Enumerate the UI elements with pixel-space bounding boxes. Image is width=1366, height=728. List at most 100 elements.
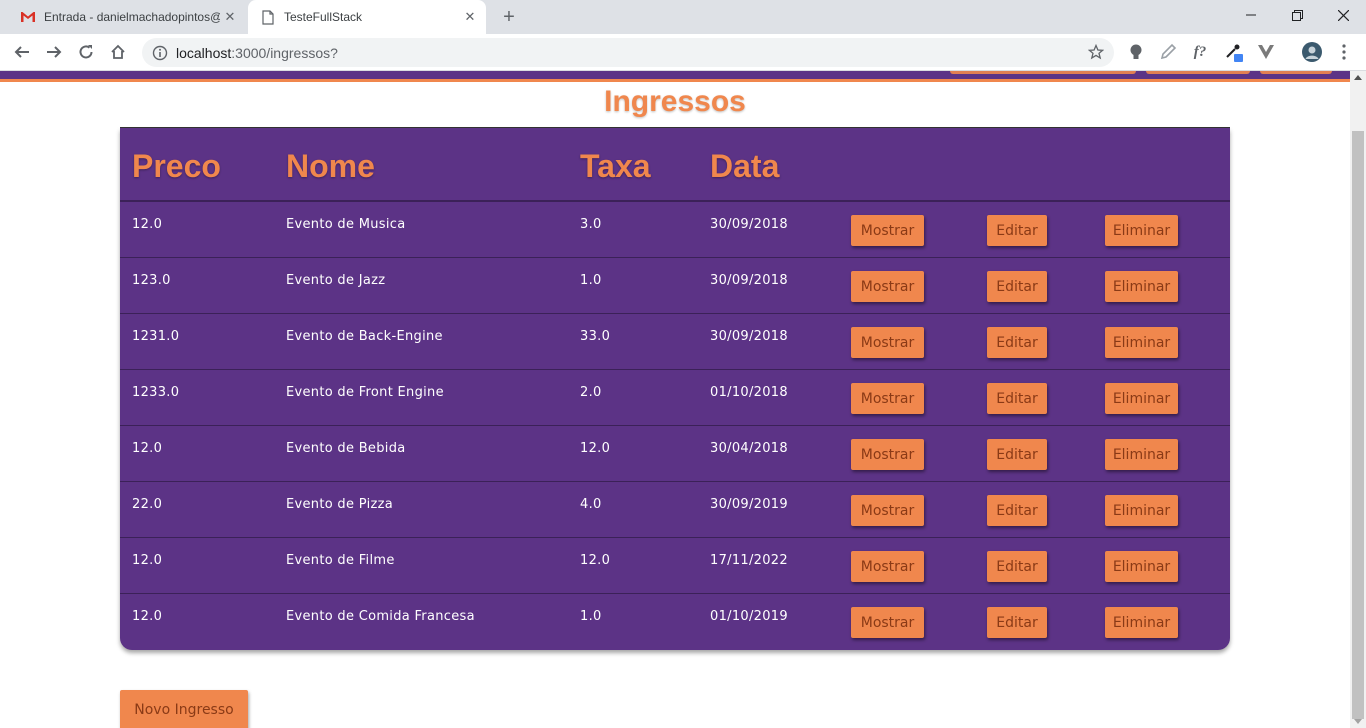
profile-avatar[interactable] xyxy=(1302,42,1322,62)
home-icon[interactable] xyxy=(104,38,132,66)
tab-gmail[interactable]: Entrada - danielmachadopintos@ ✕ xyxy=(8,0,246,34)
table-row: 22.0 Evento de Pizza 4.0 30/09/2019 Most… xyxy=(120,482,1230,538)
cell-taxa: 3.0 xyxy=(580,217,602,232)
delete-button[interactable]: Eliminar xyxy=(1105,271,1178,302)
cell-taxa: 2.0 xyxy=(580,385,602,400)
bookmark-star-icon[interactable] xyxy=(1087,43,1105,60)
delete-button[interactable]: Eliminar xyxy=(1105,439,1178,470)
close-window-button[interactable] xyxy=(1320,0,1366,30)
forward-icon[interactable] xyxy=(40,38,68,66)
navbar-link[interactable] xyxy=(950,71,1136,74)
cell-taxa: 1.0 xyxy=(580,273,602,288)
close-tab-icon[interactable]: ✕ xyxy=(460,7,480,27)
new-tab-button[interactable]: + xyxy=(498,6,520,28)
page-title: Ingressos xyxy=(604,85,746,118)
restore-button[interactable] xyxy=(1274,0,1320,30)
delete-button[interactable]: Eliminar xyxy=(1105,383,1178,414)
cell-preco: 1233.0 xyxy=(132,385,180,400)
tab-strip: Entrada - danielmachadopintos@ ✕ TesteFu… xyxy=(0,0,1366,34)
cell-preco: 22.0 xyxy=(132,497,163,512)
url-host: localhost xyxy=(176,44,232,61)
edit-button[interactable]: Editar xyxy=(987,327,1047,358)
edit-button[interactable]: Editar xyxy=(987,383,1047,414)
show-button[interactable]: Mostrar xyxy=(851,551,924,582)
page-icon xyxy=(260,9,276,25)
table-row: 12.0 Evento de Comida Francesa 1.0 01/10… xyxy=(120,594,1230,650)
gmail-icon xyxy=(20,9,36,25)
show-button[interactable]: Mostrar xyxy=(851,327,924,358)
show-button[interactable]: Mostrar xyxy=(851,495,924,526)
scroll-up-arrow-icon[interactable] xyxy=(1354,75,1362,80)
reload-icon[interactable] xyxy=(72,38,100,66)
cell-preco: 12.0 xyxy=(132,217,163,232)
delete-button[interactable]: Eliminar xyxy=(1105,327,1178,358)
cell-data: 17/11/2022 xyxy=(710,553,788,568)
scrollbar-thumb[interactable] xyxy=(1352,131,1364,719)
extension-pen-icon[interactable] xyxy=(1158,42,1178,62)
show-button[interactable]: Mostrar xyxy=(851,271,924,302)
ingressos-table: Preco Nome Taxa Data 12.0 Evento de Musi… xyxy=(120,128,1230,650)
cell-data: 01/10/2019 xyxy=(710,609,788,624)
url-path: :3000/ingressos? xyxy=(231,44,338,61)
column-header-taxa: Taxa xyxy=(580,148,651,184)
edit-button[interactable]: Editar xyxy=(987,271,1047,302)
navbar-link[interactable] xyxy=(1146,71,1250,74)
edit-button[interactable]: Editar xyxy=(987,215,1047,246)
table-row: 12.0 Evento de Musica 3.0 30/09/2018 Mos… xyxy=(120,202,1230,258)
show-button[interactable]: Mostrar xyxy=(851,607,924,638)
delete-button[interactable]: Eliminar xyxy=(1105,551,1178,582)
edit-button[interactable]: Editar xyxy=(987,439,1047,470)
cell-taxa: 12.0 xyxy=(580,441,611,456)
cell-taxa: 1.0 xyxy=(580,609,602,624)
top-navbar xyxy=(0,71,1350,82)
extension-bulb-icon[interactable] xyxy=(1126,42,1146,62)
browser-menu-icon[interactable] xyxy=(1334,42,1354,62)
cell-data: 30/09/2018 xyxy=(710,217,788,232)
column-header-data: Data xyxy=(710,148,780,184)
delete-button[interactable]: Eliminar xyxy=(1105,607,1178,638)
info-icon[interactable] xyxy=(152,45,168,61)
show-button[interactable]: Mostrar xyxy=(851,439,924,470)
cell-nome: Evento de Jazz xyxy=(286,273,386,288)
cell-data: 30/04/2018 xyxy=(710,441,788,456)
cell-preco: 12.0 xyxy=(132,553,163,568)
page-viewport: Ingressos Preco Nome Taxa Data 12.0 Even… xyxy=(0,71,1350,728)
scroll-down-arrow-icon[interactable] xyxy=(1354,719,1362,724)
address-bar[interactable]: localhost:3000/ingressos? xyxy=(142,38,1114,67)
minimize-button[interactable] xyxy=(1228,0,1274,30)
cell-data: 01/10/2018 xyxy=(710,385,788,400)
cell-nome: Evento de Front Engine xyxy=(286,385,444,400)
cell-data: 30/09/2018 xyxy=(710,273,788,288)
cell-taxa: 12.0 xyxy=(580,553,611,568)
cell-preco: 1231.0 xyxy=(132,329,180,344)
back-icon[interactable] xyxy=(8,38,36,66)
extension-eyedropper-icon[interactable] xyxy=(1224,42,1244,62)
cell-preco: 123.0 xyxy=(132,273,171,288)
navbar-link[interactable] xyxy=(1260,71,1332,74)
close-tab-icon[interactable]: ✕ xyxy=(220,7,240,27)
extension-formula-icon[interactable]: f? xyxy=(1190,42,1210,62)
extension-vue-icon[interactable] xyxy=(1256,42,1276,62)
vertical-scrollbar[interactable] xyxy=(1350,71,1366,728)
cell-preco: 12.0 xyxy=(132,441,163,456)
tab-title: Entrada - danielmachadopintos@ xyxy=(44,10,220,24)
new-ingresso-button[interactable]: Novo Ingresso xyxy=(120,690,248,728)
cell-nome: Evento de Bebida xyxy=(286,441,406,456)
cell-nome: Evento de Musica xyxy=(286,217,406,232)
cell-taxa: 4.0 xyxy=(580,497,602,512)
edit-button[interactable]: Editar xyxy=(987,495,1047,526)
table-row: 123.0 Evento de Jazz 1.0 30/09/2018 Most… xyxy=(120,258,1230,314)
edit-button[interactable]: Editar xyxy=(987,607,1047,638)
show-button[interactable]: Mostrar xyxy=(851,383,924,414)
show-button[interactable]: Mostrar xyxy=(851,215,924,246)
table-row: 12.0 Evento de Bebida 12.0 30/04/2018 Mo… xyxy=(120,426,1230,482)
cell-nome: Evento de Filme xyxy=(286,553,395,568)
tab-testefullstack[interactable]: TesteFullStack ✕ xyxy=(248,0,486,34)
edit-button[interactable]: Editar xyxy=(987,551,1047,582)
tab-title: TesteFullStack xyxy=(284,10,363,24)
delete-button[interactable]: Eliminar xyxy=(1105,215,1178,246)
delete-button[interactable]: Eliminar xyxy=(1105,495,1178,526)
table-row: 12.0 Evento de Filme 12.0 17/11/2022 Mos… xyxy=(120,538,1230,594)
table-row: 1231.0 Evento de Back-Engine 33.0 30/09/… xyxy=(120,314,1230,370)
cell-data: 30/09/2019 xyxy=(710,497,788,512)
